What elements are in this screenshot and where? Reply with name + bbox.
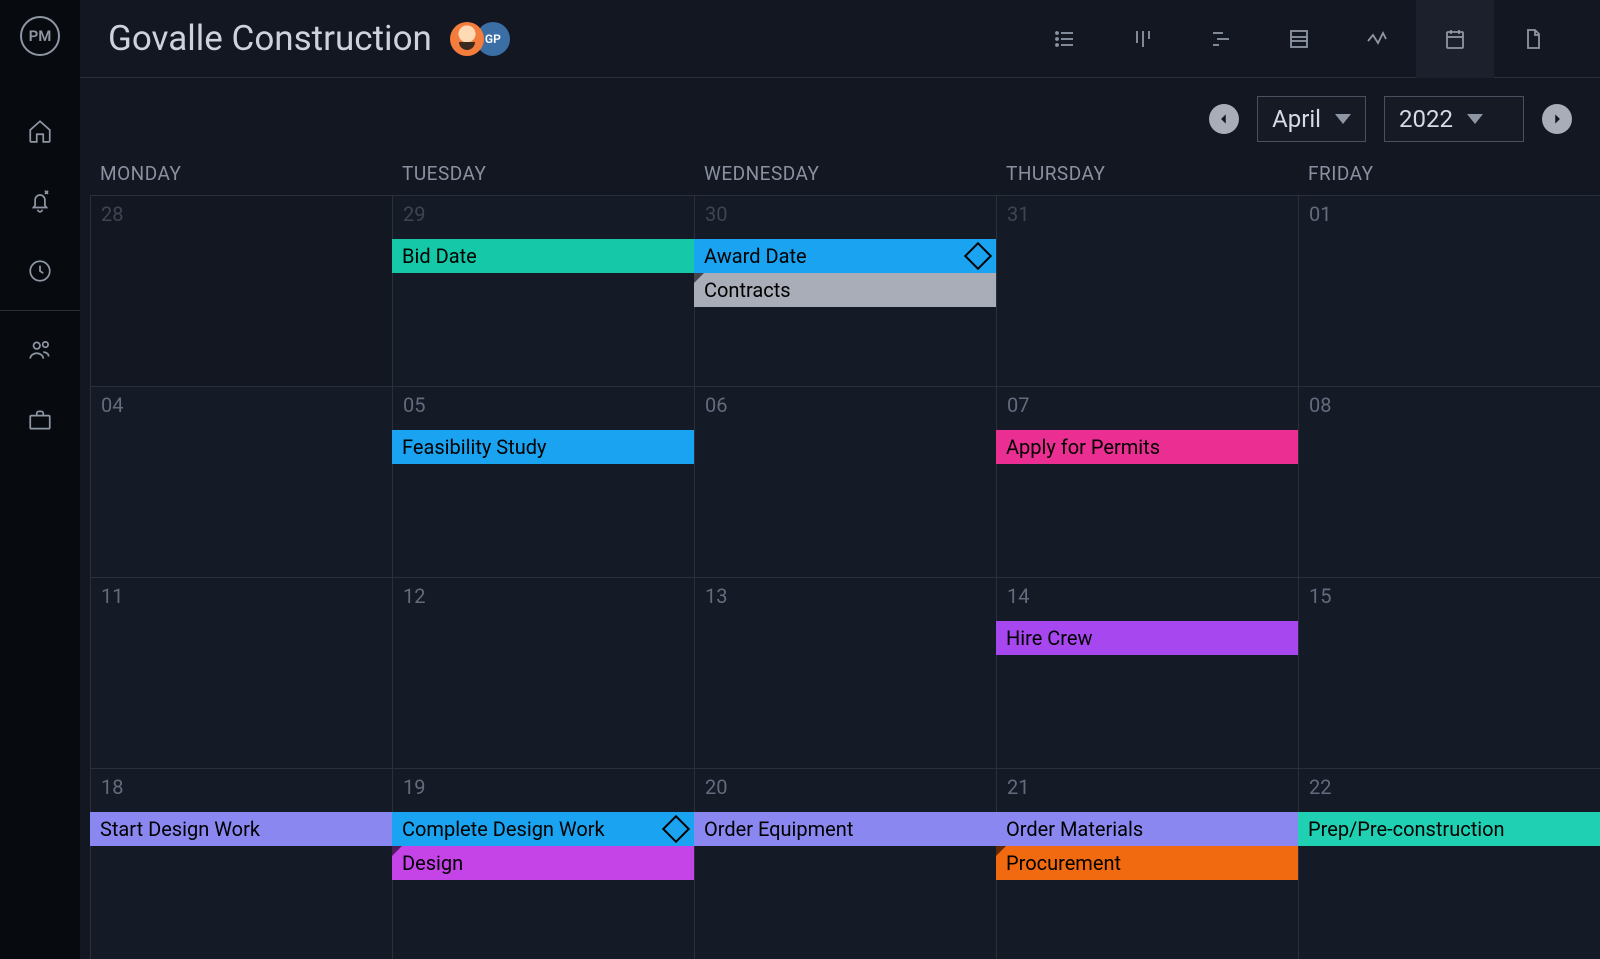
calendar-cell[interactable]: 06 [694,386,996,577]
date-number: 11 [101,584,123,608]
calendar-cell[interactable]: 15 [1298,577,1600,768]
date-number: 06 [705,393,727,417]
sheet-view-tab[interactable] [1260,0,1338,78]
calendar-cell[interactable]: 22 [1298,768,1600,959]
date-number: 20 [705,775,727,799]
date-number: 07 [1007,393,1029,417]
day-header: WEDNESDAY [694,156,996,195]
event-design-group[interactable]: Design [392,846,694,880]
board-view-tab[interactable] [1104,0,1182,78]
portfolio-icon[interactable] [0,385,80,455]
event-feasibility-study[interactable]: Feasibility Study [392,430,694,464]
date-number: 22 [1309,775,1331,799]
project-title: Govalle Construction [108,18,432,59]
calendar-cell[interactable]: 12 [392,577,694,768]
calendar-week-row: 11 12 13 14 15 Hire Crew [90,577,1600,768]
month-select-label: April [1272,105,1321,133]
calendar-cell[interactable]: 18 [90,768,392,959]
avatar-user-1[interactable] [450,22,484,56]
home-icon[interactable] [0,96,80,166]
gantt-view-tab[interactable] [1182,0,1260,78]
date-number: 30 [705,202,727,226]
calendar-week-row: 18 19 20 21 22 Start Design Work Complet… [90,768,1600,959]
calendar-view-tab[interactable] [1416,0,1494,78]
calendar-grid: 28 29 30 31 01 Bid Date Award Date Contr… [80,195,1600,959]
event-hire-crew[interactable]: Hire Crew [996,621,1298,655]
event-complete-design[interactable]: Complete Design Work [392,812,694,846]
event-bid-date[interactable]: Bid Date [392,239,694,273]
calendar-cell[interactable]: 07 [996,386,1298,577]
date-number: 15 [1309,584,1331,608]
date-number: 19 [403,775,425,799]
calendar-cell[interactable]: 04 [90,386,392,577]
date-number: 13 [705,584,727,608]
date-number: 29 [403,202,425,226]
event-order-materials[interactable]: Order Materials [996,812,1298,846]
event-procurement-group[interactable]: Procurement [996,846,1298,880]
year-select-label: 2022 [1399,105,1453,133]
calendar-controls: April 2022 [80,78,1600,156]
calendar-cell[interactable]: 31 [996,195,1298,386]
calendar-cell[interactable]: 20 [694,768,996,959]
day-header: MONDAY [90,156,392,195]
event-contracts[interactable]: Contracts [694,273,996,307]
assignee-avatars[interactable]: GP [450,22,510,56]
date-number: 01 [1309,202,1331,226]
date-number: 21 [1007,775,1029,799]
day-headers: MONDAY TUESDAY WEDNESDAY THURSDAY FRIDAY [80,156,1600,195]
event-start-design[interactable]: Start Design Work [90,812,392,846]
next-month-button[interactable] [1542,104,1572,134]
rail-divider [0,310,80,311]
dashboard-view-tab[interactable] [1338,0,1416,78]
month-select[interactable]: April [1257,96,1366,142]
day-header: TUESDAY [392,156,694,195]
calendar-cell[interactable]: 28 [90,195,392,386]
recent-icon[interactable] [0,236,80,306]
day-header: FRIDAY [1298,156,1600,195]
app-logo[interactable]: PM [20,16,60,56]
calendar-cell[interactable]: 01 [1298,195,1600,386]
date-number: 14 [1007,584,1029,608]
day-header: THURSDAY [996,156,1298,195]
calendar-cell[interactable]: 05 [392,386,694,577]
chevron-down-icon [1335,114,1351,124]
team-icon[interactable] [0,315,80,385]
date-number: 12 [403,584,425,608]
event-award-date[interactable]: Award Date [694,239,996,273]
calendar-cell[interactable]: 11 [90,577,392,768]
year-select[interactable]: 2022 [1384,96,1524,142]
date-number: 18 [101,775,123,799]
event-order-equipment[interactable]: Order Equipment [694,812,996,846]
left-nav-rail: PM [0,0,80,959]
calendar-week-row: 28 29 30 31 01 Bid Date Award Date Contr… [90,195,1600,386]
prev-month-button[interactable] [1209,104,1239,134]
calendar-cell[interactable]: 14 [996,577,1298,768]
date-number: 31 [1007,202,1029,226]
date-number: 04 [101,393,123,417]
files-view-tab[interactable] [1494,0,1572,78]
date-number: 28 [101,202,123,226]
list-view-tab[interactable] [1026,0,1104,78]
calendar-cell[interactable]: 29 [392,195,694,386]
view-switcher [1026,0,1572,78]
notifications-icon[interactable] [0,166,80,236]
calendar-week-row: 04 05 06 07 08 Feasibility Study Apply f… [90,386,1600,577]
top-bar: Govalle Construction GP [80,0,1600,78]
event-prep-preconstruction[interactable]: Prep/Pre-construction [1298,812,1600,846]
chevron-down-icon [1467,114,1483,124]
calendar-cell[interactable]: 08 [1298,386,1600,577]
date-number: 05 [403,393,425,417]
event-apply-permits[interactable]: Apply for Permits [996,430,1298,464]
calendar-cell[interactable]: 13 [694,577,996,768]
date-number: 08 [1309,393,1331,417]
